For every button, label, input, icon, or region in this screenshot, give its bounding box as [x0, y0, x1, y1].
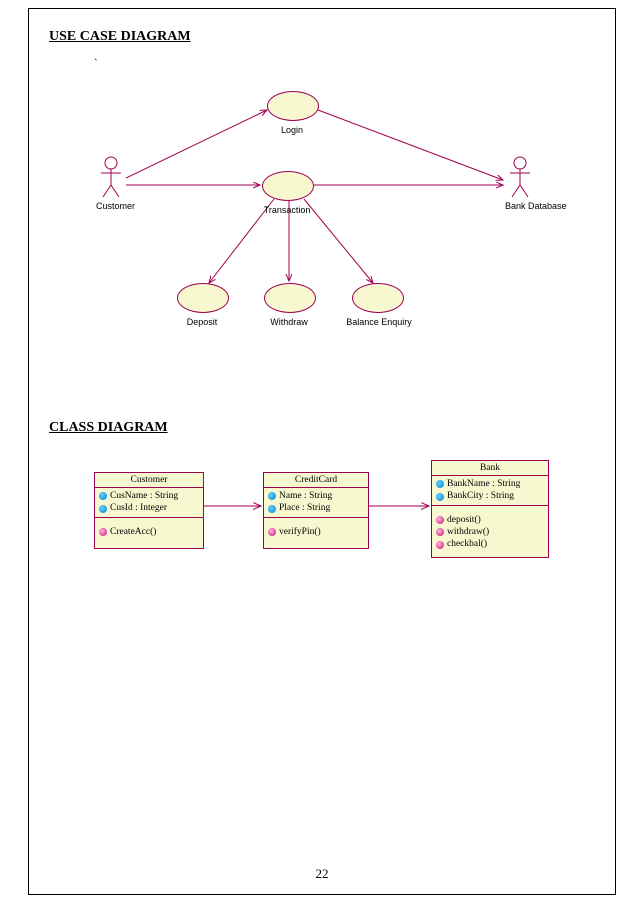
usecase-transaction-label: Transaction [259, 205, 315, 215]
op-icon [99, 528, 107, 536]
actor-icon [97, 155, 125, 199]
attr-text: BankName : String [447, 478, 520, 490]
class-name: Customer [95, 473, 203, 488]
actor-icon [506, 155, 534, 199]
class-attrs: CusName : String CusId : Integer [95, 488, 203, 518]
usecase-withdraw [264, 283, 316, 313]
attr-row: BankName : String [436, 478, 544, 490]
attr-row: BankCity : String [436, 490, 544, 502]
attr-text: Place : String [279, 502, 330, 514]
attr-icon [436, 493, 444, 501]
class-creditcard: CreditCard Name : String Place : String … [263, 472, 369, 549]
usecase-deposit-label: Deposit [179, 317, 225, 327]
class-heading: CLASS DIAGRAM [49, 420, 595, 436]
op-text: withdraw() [447, 526, 489, 538]
class-attrs: Name : String Place : String [264, 488, 368, 518]
attr-row: CusId : Integer [99, 502, 199, 514]
class-ops: deposit() withdraw() checkbal() [432, 506, 548, 557]
usecase-login-label: Login [274, 125, 310, 135]
op-icon [436, 516, 444, 524]
attr-icon [436, 480, 444, 488]
class-bank: Bank BankName : String BankCity : String… [431, 460, 549, 558]
usecase-balance [352, 283, 404, 313]
class-name: CreditCard [264, 473, 368, 488]
usecase-diagram: ` Login Transaction [49, 55, 595, 365]
op-text: deposit() [447, 514, 481, 526]
class-ops: CreateAcc() [95, 518, 203, 548]
document-page: USE CASE DIAGRAM ` Login [28, 8, 616, 895]
usecase-login [267, 91, 319, 121]
op-row: checkbal() [436, 538, 544, 550]
usecase-balance-label: Balance Enquiry [341, 317, 417, 327]
op-text: CreateAcc() [110, 526, 156, 538]
op-row: verifyPin() [268, 526, 364, 538]
op-icon [436, 541, 444, 549]
attr-icon [268, 505, 276, 513]
class-diagram: Customer CusName : String CusId : Intege… [49, 446, 595, 646]
op-icon [268, 528, 276, 536]
attr-text: CusName : String [110, 490, 178, 502]
usecase-transaction [262, 171, 314, 201]
usecase-heading: USE CASE DIAGRAM [49, 29, 595, 45]
op-row: deposit() [436, 514, 544, 526]
attr-icon [99, 505, 107, 513]
class-name: Bank [432, 461, 548, 476]
page-number: 22 [29, 866, 615, 882]
attr-text: Name : String [279, 490, 332, 502]
usecase-withdraw-label: Withdraw [265, 317, 313, 327]
op-row: CreateAcc() [99, 526, 199, 538]
class-customer: Customer CusName : String CusId : Intege… [94, 472, 204, 549]
op-icon [436, 528, 444, 536]
attr-row: Name : String [268, 490, 364, 502]
actor-bankdb: Bank Database [505, 155, 535, 211]
attr-icon [99, 492, 107, 500]
class-attrs: BankName : String BankCity : String [432, 476, 548, 506]
op-row: withdraw() [436, 526, 544, 538]
attr-row: CusName : String [99, 490, 199, 502]
attr-row: Place : String [268, 502, 364, 514]
usecase-deposit [177, 283, 229, 313]
attr-icon [268, 492, 276, 500]
actor-customer-label: Customer [96, 201, 126, 211]
attr-text: BankCity : String [447, 490, 514, 502]
actor-bankdb-label: Bank Database [505, 201, 535, 211]
op-text: checkbal() [447, 538, 487, 550]
actor-customer: Customer [96, 155, 126, 211]
class-ops: verifyPin() [264, 518, 368, 548]
attr-text: CusId : Integer [110, 502, 167, 514]
op-text: verifyPin() [279, 526, 321, 538]
